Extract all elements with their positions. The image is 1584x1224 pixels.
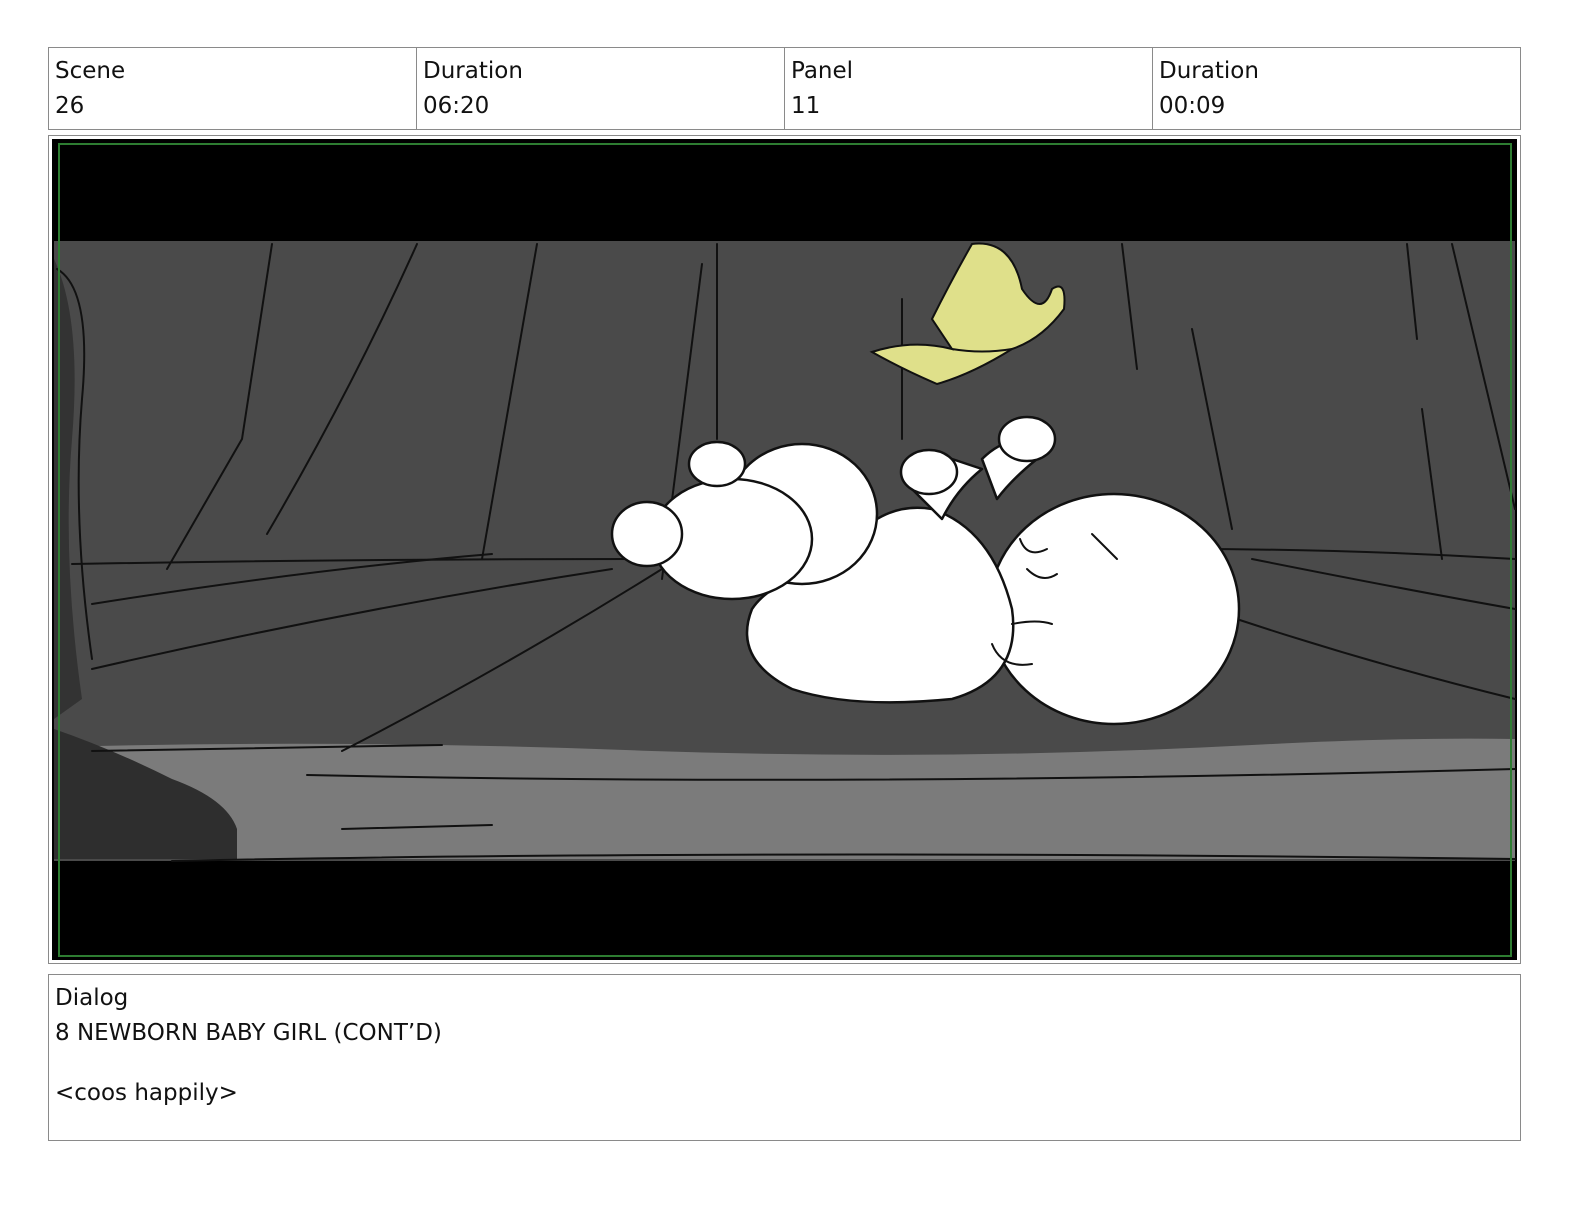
dialog-label: Dialog bbox=[55, 985, 129, 1011]
scene-value: 26 bbox=[55, 93, 85, 119]
dialog-spacer bbox=[55, 1051, 1514, 1076]
scene-cell: Scene 26 bbox=[49, 48, 417, 129]
dialog-box: Dialog 8 NEWBORN BABY GIRL (CONT’D) <coo… bbox=[48, 974, 1521, 1141]
panel-label: Panel bbox=[791, 58, 854, 84]
baby-foot-right bbox=[687, 440, 747, 488]
floor-strip bbox=[54, 738, 1515, 859]
scene-duration-label: Duration bbox=[423, 58, 523, 84]
dialog-speaker: 8 NEWBORN BABY GIRL (CONT’D) bbox=[55, 1020, 442, 1046]
panel-cell: Panel 11 bbox=[785, 48, 1153, 129]
storyboard-panel-image bbox=[52, 139, 1517, 960]
scene-duration-cell: Duration 06:20 bbox=[417, 48, 785, 129]
baby-hand-left bbox=[899, 448, 959, 496]
scene-label: Scene bbox=[55, 58, 126, 84]
baby-hand-right bbox=[997, 415, 1057, 463]
storyboard-panel-frame bbox=[48, 135, 1521, 964]
panel-duration-label: Duration bbox=[1159, 58, 1259, 84]
scene-duration-value: 06:20 bbox=[423, 93, 490, 119]
dialog-line: <coos happily> bbox=[55, 1080, 238, 1106]
storyboard-info-table: Scene 26 Duration 06:20 Panel 11 Duratio… bbox=[48, 47, 1521, 130]
panel-value: 11 bbox=[791, 93, 821, 119]
baby-foot-left bbox=[610, 500, 684, 568]
panel-duration-value: 00:09 bbox=[1159, 93, 1226, 119]
panel-duration-cell: Duration 00:09 bbox=[1153, 48, 1520, 129]
baby-head bbox=[987, 492, 1241, 726]
